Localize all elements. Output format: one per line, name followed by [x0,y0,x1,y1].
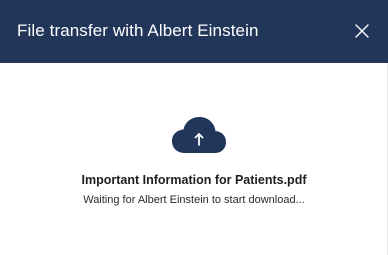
dialog-body: Important Information for Patients.pdf W… [0,63,388,255]
transfer-status: Waiting for Albert Einstein to start dow… [83,194,305,206]
dialog-title: File transfer with Albert Einstein [17,20,259,40]
file-name: Important Information for Patients.pdf [81,173,307,187]
dialog-header: File transfer with Albert Einstein [0,0,388,63]
file-transfer-dialog: File transfer with Albert Einstein Impor… [0,0,388,255]
cloud-upload-icon [172,117,226,153]
close-icon [355,23,369,38]
close-button[interactable] [352,21,372,41]
